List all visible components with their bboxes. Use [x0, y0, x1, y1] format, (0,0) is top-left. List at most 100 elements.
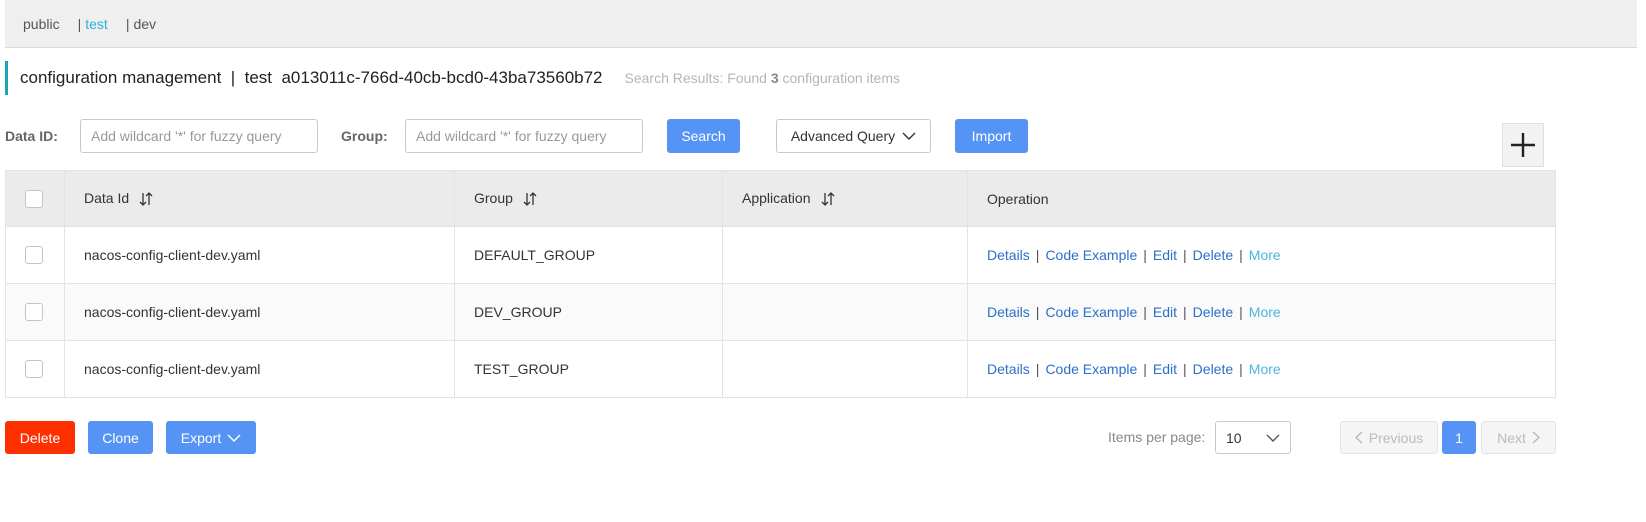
column-group[interactable]: Group — [454, 170, 723, 227]
clone-label: Clone — [102, 429, 139, 446]
advanced-query-label: Advanced Query — [790, 128, 896, 144]
namespace-dev[interactable]: dev — [133, 16, 156, 32]
details-link[interactable]: Details — [987, 304, 1030, 320]
cell-operations: Details | Code Example | Edit | Delete | More — [967, 340, 1556, 398]
op-separator: | — [1239, 247, 1243, 263]
row-checkbox[interactable] — [25, 360, 43, 379]
cell-application — [722, 340, 968, 398]
row-checkbox[interactable] — [25, 246, 43, 265]
clone-button[interactable]: Clone — [88, 421, 153, 454]
chevron-down-icon — [902, 132, 916, 140]
op-separator: | — [1143, 247, 1147, 263]
cell-group: TEST_GROUP — [454, 340, 723, 398]
row-select-cell — [5, 283, 65, 341]
op-separator: | — [1183, 247, 1187, 263]
import-button[interactable]: Import — [955, 119, 1028, 153]
import-button-label: Import — [971, 128, 1012, 144]
namespace-separator: | — [125, 15, 130, 32]
data-id-label: Data ID: — [5, 128, 58, 144]
details-link[interactable]: Details — [987, 361, 1030, 377]
export-button[interactable]: Export — [166, 421, 256, 454]
plus-icon — [1511, 133, 1535, 157]
select-all-checkbox[interactable] — [25, 189, 43, 208]
export-label: Export — [180, 429, 222, 446]
table-row: nacos-config-client-dev.yaml DEFAULT_GRO… — [5, 226, 1556, 284]
data-id-input[interactable]: Add wildcard '*' for fuzzy query — [80, 119, 318, 153]
row-checkbox[interactable] — [25, 303, 43, 322]
op-separator: | — [1035, 361, 1040, 377]
cell-application — [722, 283, 968, 341]
sort-icon[interactable] — [523, 191, 537, 207]
op-separator: | — [1239, 361, 1243, 377]
batch-delete-button[interactable]: Delete — [5, 421, 75, 454]
edit-link[interactable]: Edit — [1153, 361, 1177, 377]
items-per-page-label: Items per page: — [1108, 429, 1206, 445]
op-separator: | — [1143, 361, 1147, 377]
code-example-link[interactable]: Code Example — [1045, 361, 1137, 377]
table-header-row: Data Id Group Application Operation — [5, 170, 1556, 227]
edit-link[interactable]: Edit — [1153, 247, 1177, 263]
cell-group: DEV_GROUP — [454, 283, 723, 341]
op-separator: | — [1035, 247, 1040, 263]
chevron-left-icon — [1354, 431, 1363, 444]
code-example-link[interactable]: Code Example — [1045, 304, 1137, 320]
chevron-down-icon — [227, 433, 241, 442]
more-link[interactable]: More — [1249, 304, 1281, 320]
op-separator: | — [1143, 304, 1147, 320]
sort-icon[interactable] — [821, 191, 835, 207]
namespace-bar: public | test | dev — [5, 0, 1637, 48]
column-data-id[interactable]: Data Id — [64, 170, 455, 227]
namespace-public[interactable]: public — [23, 16, 60, 32]
next-label: Next — [1497, 429, 1526, 446]
column-application[interactable]: Application — [722, 170, 968, 227]
details-link[interactable]: Details — [987, 247, 1030, 263]
next-page-button[interactable]: Next — [1481, 421, 1556, 454]
page-header: configuration management | test a013011c… — [5, 61, 900, 95]
row-select-cell — [5, 226, 65, 284]
namespace-separator: | — [77, 15, 82, 32]
delete-link[interactable]: Delete — [1193, 304, 1233, 320]
page-size-select[interactable]: 10 — [1215, 421, 1291, 454]
code-example-link[interactable]: Code Example — [1045, 247, 1137, 263]
sort-icon[interactable] — [139, 191, 153, 207]
cell-data-id: nacos-config-client-dev.yaml — [64, 226, 455, 284]
group-input[interactable]: Add wildcard '*' for fuzzy query — [405, 119, 643, 153]
column-application-label: Application — [742, 189, 811, 206]
config-table: Data Id Group Application Operation naco… — [5, 170, 1556, 398]
op-separator: | — [1183, 304, 1187, 320]
cell-operations: Details | Code Example | Edit | Delete | More — [967, 283, 1556, 341]
column-operation: Operation — [967, 170, 1556, 227]
current-page-button[interactable]: 1 — [1442, 421, 1476, 454]
batch-delete-label: Delete — [19, 429, 61, 446]
page-title: configuration management | test a013011c… — [20, 68, 603, 87]
advanced-query-button[interactable]: Advanced Query — [776, 119, 931, 153]
add-config-button[interactable] — [1502, 123, 1544, 167]
table-row: nacos-config-client-dev.yaml TEST_GROUP … — [5, 340, 1556, 398]
column-group-label: Group — [474, 189, 513, 206]
results-count: 3 — [770, 70, 779, 86]
chevron-right-icon — [1532, 431, 1540, 444]
search-button-label: Search — [681, 128, 726, 144]
current-page-label: 1 — [1455, 429, 1463, 446]
group-label: Group: — [341, 128, 388, 144]
namespace-test[interactable]: test — [85, 16, 108, 32]
cell-operations: Details | Code Example | Edit | Delete | More — [967, 226, 1556, 284]
search-button[interactable]: Search — [667, 119, 740, 153]
more-link[interactable]: More — [1249, 361, 1281, 377]
select-all-cell — [5, 170, 65, 227]
column-data-id-label: Data Id — [84, 189, 130, 206]
op-separator: | — [1239, 304, 1243, 320]
cell-application — [722, 226, 968, 284]
column-operation-label: Operation — [987, 190, 1049, 207]
chevron-down-icon — [1266, 434, 1280, 442]
edit-link[interactable]: Edit — [1153, 304, 1177, 320]
op-separator: | — [1035, 304, 1040, 320]
results-suffix: configuration items — [778, 70, 901, 86]
delete-link[interactable]: Delete — [1193, 361, 1233, 377]
cell-group: DEFAULT_GROUP — [454, 226, 723, 284]
more-link[interactable]: More — [1249, 247, 1281, 263]
table-row: nacos-config-client-dev.yaml DEV_GROUP D… — [5, 283, 1556, 341]
previous-page-button[interactable]: Previous — [1340, 421, 1438, 454]
delete-link[interactable]: Delete — [1193, 247, 1233, 263]
op-separator: | — [1183, 361, 1187, 377]
